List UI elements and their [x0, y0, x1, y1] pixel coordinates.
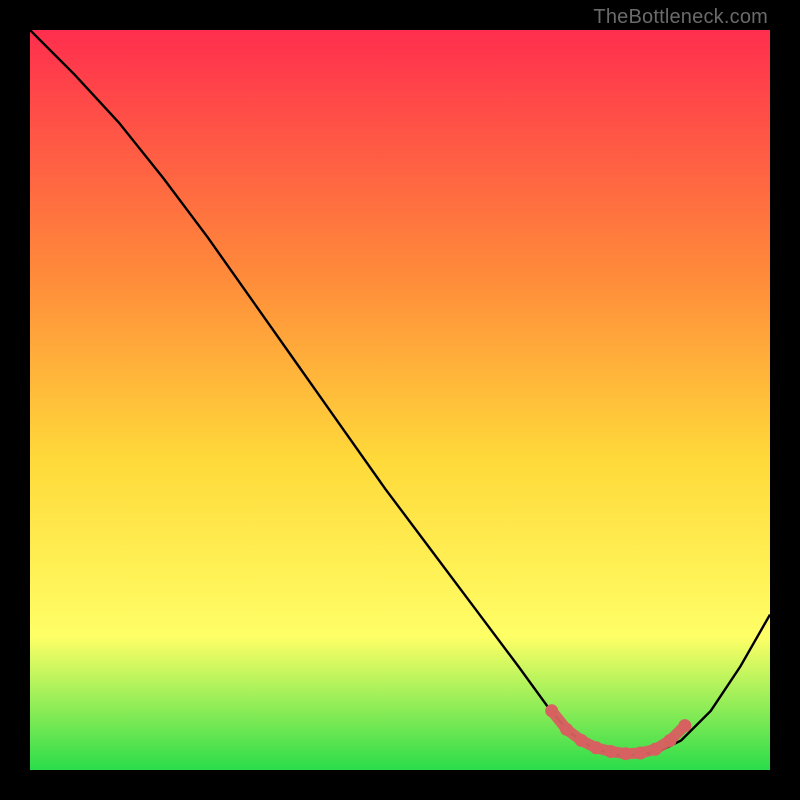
optimal-zone-dot	[664, 734, 677, 747]
optimal-zone-dot	[604, 745, 617, 758]
chart-frame	[30, 30, 770, 770]
optimal-zone-dot	[634, 747, 647, 760]
watermark-text: TheBottleneck.com	[593, 6, 768, 29]
optimal-zone-dot	[649, 743, 662, 756]
optimal-zone-dot	[575, 734, 588, 747]
optimal-zone-dot	[619, 747, 632, 760]
optimal-zone-dot	[560, 723, 573, 736]
optimal-zone-dot	[678, 719, 691, 732]
gradient-background	[30, 30, 770, 770]
bottleneck-plot	[30, 30, 770, 770]
optimal-zone-dot	[545, 704, 558, 717]
optimal-zone-dot	[590, 741, 603, 754]
